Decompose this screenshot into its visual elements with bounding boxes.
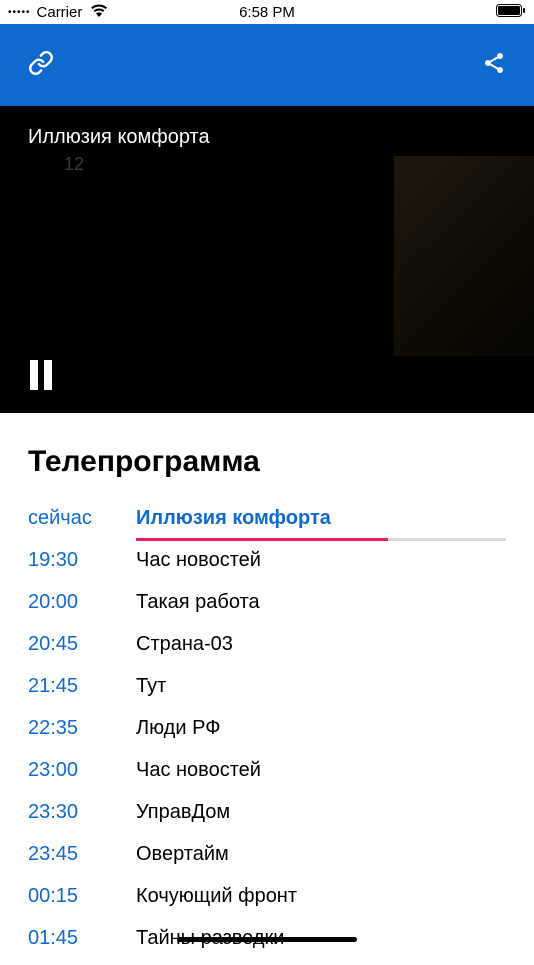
schedule-title: УправДом <box>136 801 506 824</box>
schedule-row-current[interactable]: сейчас Иллюзия комфорта <box>28 503 506 545</box>
schedule-row[interactable]: 23:45 Овертайм <box>28 839 506 881</box>
share-icon[interactable] <box>482 51 506 80</box>
schedule-time: 22:35 <box>28 717 136 740</box>
schedule-current-content: Иллюзия комфорта <box>136 507 506 541</box>
schedule-row[interactable]: 23:00 Час новостей <box>28 755 506 797</box>
pause-button[interactable] <box>28 360 54 395</box>
progress-track <box>136 538 506 541</box>
schedule-now-label: сейчас <box>28 507 136 530</box>
schedule-row[interactable]: 20:45 Страна-03 <box>28 629 506 671</box>
schedule-row[interactable]: 21:45 Тут <box>28 671 506 713</box>
schedule-time: 00:15 <box>28 885 136 908</box>
signal-dots-icon: ••••• <box>8 7 31 18</box>
schedule-row[interactable]: 00:15 Кочующий фронт <box>28 881 506 923</box>
schedule-row[interactable]: 20:00 Такая работа <box>28 587 506 629</box>
schedule-time: 20:45 <box>28 633 136 656</box>
schedule-list: сейчас Иллюзия комфорта 19:30 Час новост… <box>0 503 534 965</box>
status-left: ••••• Carrier <box>8 4 108 21</box>
video-frame <box>394 156 534 356</box>
video-player[interactable]: Иллюзия комфорта 12 <box>0 106 534 413</box>
toolbar <box>0 24 534 106</box>
channel-watermark: 12 <box>64 154 84 175</box>
status-bar: ••••• Carrier 6:58 PM <box>0 0 534 24</box>
schedule-current-title: Иллюзия комфорта <box>136 507 506 530</box>
section-title: Телепрограмма <box>0 413 534 503</box>
home-indicator[interactable] <box>177 937 357 942</box>
link-icon[interactable] <box>28 50 54 81</box>
progress-fill <box>136 538 388 541</box>
carrier-label: Carrier <box>37 4 83 21</box>
schedule-row[interactable]: 19:30 Час новостей <box>28 545 506 587</box>
schedule-time: 23:45 <box>28 843 136 866</box>
schedule-row[interactable]: 23:30 УправДом <box>28 797 506 839</box>
schedule-title: Тут <box>136 675 506 698</box>
video-title: Иллюзия комфорта <box>28 126 210 149</box>
toolbar-left <box>28 50 54 81</box>
toolbar-right <box>482 51 506 80</box>
schedule-time: 20:00 <box>28 591 136 614</box>
schedule-title: Час новостей <box>136 759 506 782</box>
schedule-time: 23:00 <box>28 759 136 782</box>
schedule-time: 21:45 <box>28 675 136 698</box>
schedule-time: 01:45 <box>28 927 136 950</box>
schedule-title: Кочующий фронт <box>136 885 506 908</box>
wifi-icon <box>90 4 108 21</box>
schedule-title: Люди РФ <box>136 717 506 740</box>
schedule-title: Овертайм <box>136 843 506 866</box>
battery-icon <box>496 4 526 21</box>
schedule-time: 19:30 <box>28 549 136 572</box>
schedule-title: Страна-03 <box>136 633 506 656</box>
schedule-row[interactable]: 22:35 Люди РФ <box>28 713 506 755</box>
schedule-title: Такая работа <box>136 591 506 614</box>
schedule-title: Час новостей <box>136 549 506 572</box>
status-time: 6:58 PM <box>239 4 295 21</box>
schedule-time: 23:30 <box>28 801 136 824</box>
schedule-row[interactable]: 01:45 Тайны разведки <box>28 923 506 965</box>
